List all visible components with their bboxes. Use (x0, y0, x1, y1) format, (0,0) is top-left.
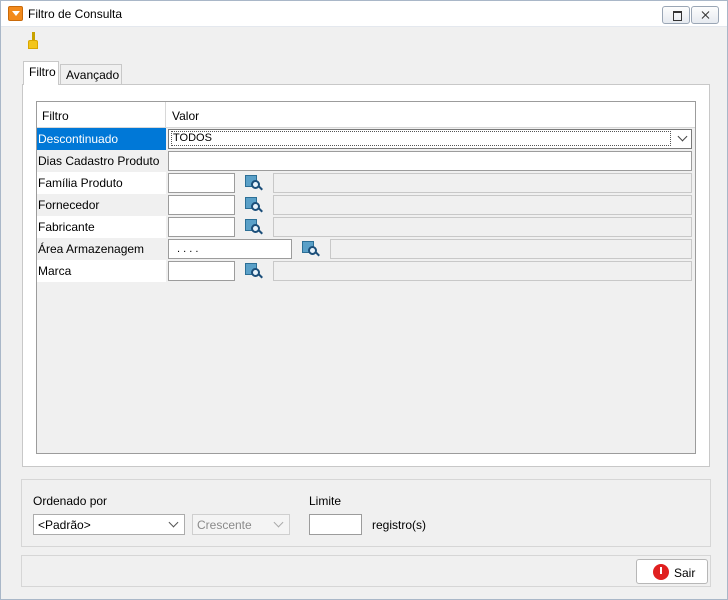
grid-header: Filtro Valor (37, 102, 695, 128)
filter-grid: Filtro Valor Descontinuado TODOS Dias Ca… (36, 101, 696, 454)
area-armazenagem-description (330, 239, 692, 259)
chevron-down-icon (273, 517, 284, 528)
descontinuado-select[interactable]: TODOS (168, 129, 692, 149)
order-panel: Ordenado por Limite <Padrão> Crescente r… (21, 479, 711, 547)
clear-filters-icon[interactable] (26, 32, 40, 50)
filter-row-descontinuado[interactable]: Descontinuado TODOS (37, 128, 695, 150)
area-armazenagem-lookup-button[interactable] (299, 239, 321, 259)
fabricante-description (273, 217, 692, 237)
order-direction-select[interactable]: Crescente (192, 514, 290, 535)
restore-button[interactable] (662, 6, 690, 24)
close-button[interactable] (691, 6, 719, 24)
area-armazenagem-mask-input[interactable]: . . . . (168, 239, 292, 259)
chevron-down-icon (168, 517, 179, 528)
fornecedor-description (273, 195, 692, 215)
window-title: Filtro de Consulta (28, 7, 123, 21)
limit-input[interactable] (309, 514, 362, 535)
column-separator (165, 102, 166, 128)
marca-code-input[interactable] (168, 261, 235, 281)
limit-label: Limite (309, 494, 342, 508)
order-by-value: <Padrão> (38, 518, 91, 532)
familia-produto-description (273, 173, 692, 193)
filter-row-area-armazenagem: Área Armazenagem . . . . (37, 238, 695, 260)
chevron-down-icon (677, 131, 688, 142)
filter-row-fabricante: Fabricante (37, 216, 695, 238)
tab-filtro[interactable]: Filtro (23, 61, 59, 85)
filter-label: Família Produto (37, 172, 166, 194)
filter-label: Descontinuado (37, 128, 166, 150)
footer-bar: Sair (21, 555, 711, 587)
app-icon (8, 6, 23, 21)
filter-label: Área Armazenagem (37, 238, 166, 260)
tab-avancado[interactable]: Avançado (60, 64, 122, 85)
order-by-label: Ordenado por (33, 494, 108, 508)
filter-row-fornecedor: Fornecedor (37, 194, 695, 216)
filter-label: Fornecedor (37, 194, 166, 216)
dias-cadastro-input[interactable] (168, 151, 692, 171)
familia-produto-lookup-button[interactable] (242, 173, 264, 193)
column-header-valor: Valor (172, 109, 200, 123)
exit-button-label: Sair (674, 566, 696, 580)
marca-lookup-button[interactable] (242, 261, 264, 281)
filter-label: Fabricante (37, 216, 166, 238)
title-bar: Filtro de Consulta (1, 1, 727, 27)
fabricante-code-input[interactable] (168, 217, 235, 237)
column-header-filtro: Filtro (42, 109, 69, 123)
order-direction-value: Crescente (197, 518, 252, 532)
fabricante-lookup-button[interactable] (242, 217, 264, 237)
filter-label: Dias Cadastro Produto (37, 150, 166, 172)
exit-button[interactable]: Sair (636, 559, 708, 584)
filter-row-dias-cadastro: Dias Cadastro Produto (37, 150, 695, 172)
filter-window: Filtro de Consulta Filtro Avançado Filtr… (0, 0, 728, 600)
filter-row-marca: Marca (37, 260, 695, 282)
descontinuado-select-value: TODOS (171, 131, 671, 146)
filter-label: Marca (37, 260, 166, 282)
fornecedor-lookup-button[interactable] (242, 195, 264, 215)
fornecedor-code-input[interactable] (168, 195, 235, 215)
filter-tab-panel: Filtro Valor Descontinuado TODOS Dias Ca… (22, 84, 710, 467)
marca-description (273, 261, 692, 281)
familia-produto-code-input[interactable] (168, 173, 235, 193)
stop-icon (653, 564, 669, 580)
order-by-select[interactable]: <Padrão> (33, 514, 185, 535)
limit-unit-label: registro(s) (372, 518, 427, 532)
filter-row-familia-produto: Família Produto (37, 172, 695, 194)
